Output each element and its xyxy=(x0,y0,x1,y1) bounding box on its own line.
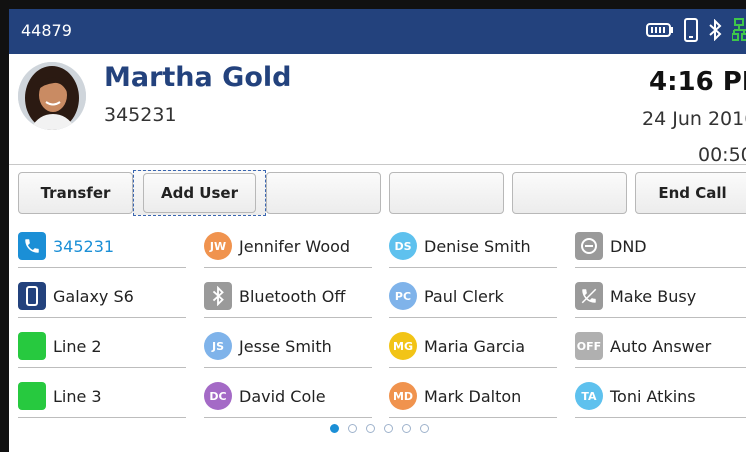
contact-key-jesse-smith[interactable]: JS Jesse Smith xyxy=(204,325,372,368)
line-key-label: Jesse Smith xyxy=(239,336,332,356)
avatar xyxy=(18,62,86,130)
line-key-label: David Cole xyxy=(239,386,326,406)
status-bar: 44879 xyxy=(9,9,746,54)
softkey-label: Add User xyxy=(161,184,238,202)
battery-icon xyxy=(646,22,674,38)
make-busy-icon xyxy=(575,282,603,310)
make-busy-key[interactable]: Make Busy xyxy=(575,275,746,318)
clock-time: 4:16 PM xyxy=(649,67,746,97)
line-key-label: Jennifer Wood xyxy=(239,236,351,256)
line-key-label: 345231 xyxy=(53,236,115,256)
page-dot[interactable] xyxy=(420,424,429,433)
status-icons xyxy=(646,18,746,42)
line-key-label: Galaxy S6 xyxy=(53,286,134,306)
bluetooth-icon xyxy=(708,19,722,41)
page-dot[interactable] xyxy=(402,424,411,433)
contact-key-maria-garcia[interactable]: MG Maria Garcia xyxy=(389,325,557,368)
caller-name: Martha Gold xyxy=(104,62,292,93)
page-dot[interactable] xyxy=(348,424,357,433)
header-divider xyxy=(9,164,746,165)
line-key-label: Line 2 xyxy=(53,336,102,356)
line-key-line-2[interactable]: Line 2 xyxy=(18,325,186,368)
end-call-button[interactable]: End Call xyxy=(635,172,746,214)
page-dot[interactable] xyxy=(384,424,393,433)
contact-key-denise-smith[interactable]: DS Denise Smith xyxy=(389,225,557,268)
contact-key-david-cole[interactable]: DC David Cole xyxy=(204,375,372,418)
page-dot[interactable] xyxy=(366,424,375,433)
auto-answer-key[interactable]: OFF Auto Answer xyxy=(575,325,746,368)
clock-date: 24 Jun 2016 xyxy=(642,108,746,130)
softkey-3[interactable] xyxy=(266,172,381,214)
line-status-icon xyxy=(18,382,46,410)
line-key-line-3[interactable]: Line 3 xyxy=(18,375,186,418)
contact-avatar-icon: DC xyxy=(204,382,232,410)
line-key-label: Toni Atkins xyxy=(610,386,696,406)
bluetooth-icon xyxy=(204,282,232,310)
bluetooth-off-key[interactable]: Bluetooth Off xyxy=(204,275,372,318)
softkey-bar: Transfer Add User End Call xyxy=(9,170,746,216)
network-icon xyxy=(732,18,746,42)
line-key-345231[interactable]: 345231 xyxy=(18,225,186,268)
handset-icon xyxy=(18,232,46,260)
caller-number: 345231 xyxy=(104,104,177,126)
add-user-button[interactable]: Add User xyxy=(133,170,266,216)
line-key-label: Maria Garcia xyxy=(424,336,525,356)
line-key-label: Mark Dalton xyxy=(424,386,522,406)
line-key-label: Make Busy xyxy=(610,286,697,306)
contact-key-mark-dalton[interactable]: MD Mark Dalton xyxy=(389,375,557,418)
transfer-button[interactable]: Transfer xyxy=(18,172,133,214)
line-key-label: Bluetooth Off xyxy=(239,286,346,306)
contact-key-toni-atkins[interactable]: TA Toni Atkins xyxy=(575,375,746,418)
auto-answer-off-icon: OFF xyxy=(575,332,603,360)
dnd-icon xyxy=(575,232,603,260)
call-header: Martha Gold 345231 4:16 PM 24 Jun 2016 0… xyxy=(9,54,746,166)
line-key-label: Denise Smith xyxy=(424,236,531,256)
call-timer: 00:50 xyxy=(698,144,746,166)
contact-avatar-icon: JS xyxy=(204,332,232,360)
contact-avatar-icon: MG xyxy=(389,332,417,360)
line-key-galaxy-s6[interactable]: Galaxy S6 xyxy=(18,275,186,318)
contact-avatar-icon: JW xyxy=(204,232,232,260)
line-key-label: DND xyxy=(610,236,647,256)
page-indicator[interactable] xyxy=(330,424,429,433)
line-key-label: Line 3 xyxy=(53,386,102,406)
contact-avatar-icon: PC xyxy=(389,282,417,310)
contact-avatar-icon: DS xyxy=(389,232,417,260)
page-dot[interactable] xyxy=(330,424,339,433)
softkey-4[interactable] xyxy=(389,172,504,214)
line-key-label: Auto Answer xyxy=(610,336,712,356)
line-key-label: Paul Clerk xyxy=(424,286,504,306)
line-status-icon xyxy=(18,332,46,360)
contact-key-paul-clerk[interactable]: PC Paul Clerk xyxy=(389,275,557,318)
contact-avatar-icon: MD xyxy=(389,382,417,410)
mobile-phone-icon xyxy=(684,18,698,42)
contact-key-jennifer-wood[interactable]: JW Jennifer Wood xyxy=(204,225,372,268)
softkey-label: End Call xyxy=(658,184,727,202)
softkey-label: Transfer xyxy=(40,184,111,202)
phone-screen: 44879 Martha Gold 345231 4:16 P 24 Jun 2… xyxy=(0,0,746,452)
contact-avatar-icon: TA xyxy=(575,382,603,410)
mobile-phone-icon xyxy=(18,282,46,310)
extension-number: 44879 xyxy=(21,21,72,40)
softkey-5[interactable] xyxy=(512,172,627,214)
dnd-key[interactable]: DND xyxy=(575,225,746,268)
